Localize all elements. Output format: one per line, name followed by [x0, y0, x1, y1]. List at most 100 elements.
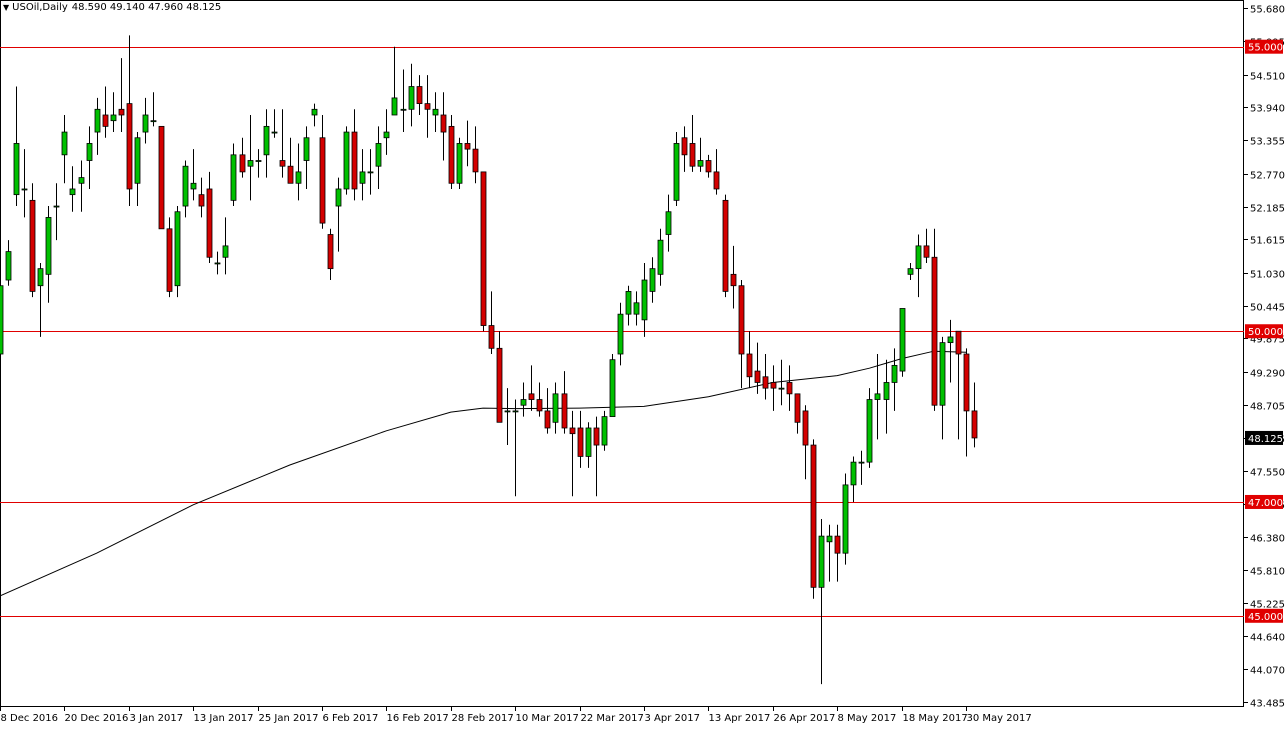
candle-body-bull	[174, 211, 181, 287]
candle	[593, 416, 600, 497]
level-price-label: 50.000	[1245, 324, 1283, 339]
x-axis-tick-label: 13 Jan 2017	[194, 713, 254, 724]
candle	[705, 154, 712, 178]
x-axis-tick-label: 26 Apr 2017	[774, 713, 836, 724]
candle	[762, 354, 769, 400]
candle-body-bear	[681, 137, 688, 156]
candle-body-bull	[947, 336, 954, 344]
candle	[174, 206, 181, 298]
candle	[866, 388, 873, 468]
candle-body-bull	[874, 393, 881, 400]
candle-body-bull	[94, 108, 101, 133]
candle	[657, 228, 664, 286]
candle-body-bear	[754, 370, 761, 383]
candle-body-bull	[609, 359, 616, 418]
x-axis-tick-label: 18 May 2017	[903, 713, 968, 724]
x-axis-tick-label: 13 Apr 2017	[709, 713, 771, 724]
candle	[746, 331, 753, 389]
candle-body-bear	[496, 347, 503, 423]
candle-body-bear	[319, 137, 326, 224]
candle-body-bull	[673, 143, 680, 201]
candle	[45, 206, 52, 303]
y-axis-tick-label: 53.940	[1250, 104, 1285, 115]
candle-body-bull	[230, 154, 237, 201]
candle	[94, 97, 101, 155]
candle	[585, 422, 592, 468]
candle-body-bull	[842, 484, 849, 554]
chart-canvas[interactable]: 55.68055.09554.51053.94053.35552.77052.1…	[0, 0, 1285, 730]
candle	[520, 382, 527, 417]
candle-body-bull	[907, 268, 914, 275]
candle	[424, 75, 431, 138]
candle-body-bull	[367, 171, 374, 174]
candle	[609, 354, 616, 418]
candle-body-bull	[359, 171, 366, 184]
candle	[126, 35, 133, 207]
candle	[118, 58, 125, 133]
candle-body-bear	[472, 148, 479, 173]
candle	[971, 382, 978, 448]
candle	[158, 125, 165, 230]
candle-body-bull	[858, 461, 865, 464]
candle-body-bull	[247, 160, 254, 167]
candle-body-bull	[826, 535, 833, 543]
candle-body-bull	[150, 120, 157, 123]
chart-header: ▼ USOil,Daily 48.590 49.140 47.960 48.125	[3, 2, 221, 13]
triangle-down-icon[interactable]: ▼	[3, 3, 9, 12]
candle-body-bear	[577, 427, 584, 457]
candle-body-bear	[29, 199, 36, 292]
candle	[536, 382, 543, 417]
candle	[222, 217, 229, 275]
candle-body-bull	[818, 535, 825, 588]
candle-body-bear	[770, 382, 777, 389]
candle	[190, 149, 197, 201]
candle-body-bear	[931, 256, 938, 406]
candle-body-bull	[303, 137, 310, 161]
candle	[400, 69, 407, 133]
level-price-label: 55.000	[1245, 39, 1283, 54]
candle	[850, 456, 857, 502]
candle-body-bull	[13, 143, 20, 196]
candle	[206, 171, 213, 263]
candle-body-bear	[416, 86, 423, 105]
candle-body-bear	[746, 353, 753, 378]
candle-body-bull	[53, 205, 60, 208]
x-axis-tick-label: 28 Feb 2017	[452, 713, 514, 724]
candle	[263, 109, 270, 178]
current-price-label-text: 48.125	[1248, 434, 1283, 445]
candle-body-bear	[810, 444, 817, 588]
candle-body-bull	[69, 188, 76, 196]
candle	[150, 92, 157, 127]
candle-body-bear	[536, 399, 543, 412]
candle-body-bear	[448, 125, 455, 184]
candle	[432, 92, 439, 133]
price-chart[interactable]: ▼ USOil,Daily 48.590 49.140 47.960 48.125 …	[0, 0, 1285, 730]
candle	[939, 336, 946, 440]
y-axis-tick-label: 46.380	[1250, 534, 1285, 545]
candle	[738, 280, 745, 389]
x-axis-tick-label: 8 Dec 2016	[1, 713, 59, 724]
candle	[810, 439, 817, 599]
candle-body-bull	[585, 427, 592, 457]
candle	[577, 410, 584, 468]
y-axis-tick-label: 51.030	[1250, 270, 1285, 281]
y-axis-tick-label: 53.355	[1250, 137, 1285, 148]
x-axis-tick-label: 3 Apr 2017	[645, 713, 700, 724]
candle	[472, 126, 479, 184]
candle-body-bull	[5, 251, 12, 281]
candle-body-bull	[633, 302, 640, 315]
candle-body-bull	[601, 416, 608, 446]
candle-body-bull	[335, 188, 342, 207]
candle	[214, 251, 221, 275]
level-price-label: 45.000	[1245, 608, 1283, 623]
level-price-label: 47.000	[1245, 494, 1283, 509]
candle	[448, 114, 455, 189]
candle-body-bear	[528, 393, 535, 400]
candle-body-bear	[834, 535, 841, 554]
candle-body-bull	[778, 387, 785, 390]
candle	[13, 86, 20, 207]
candle-body-bull	[61, 131, 68, 156]
candle-body-bull	[86, 143, 93, 161]
candle	[311, 103, 318, 127]
candle-body-bull	[939, 342, 946, 406]
